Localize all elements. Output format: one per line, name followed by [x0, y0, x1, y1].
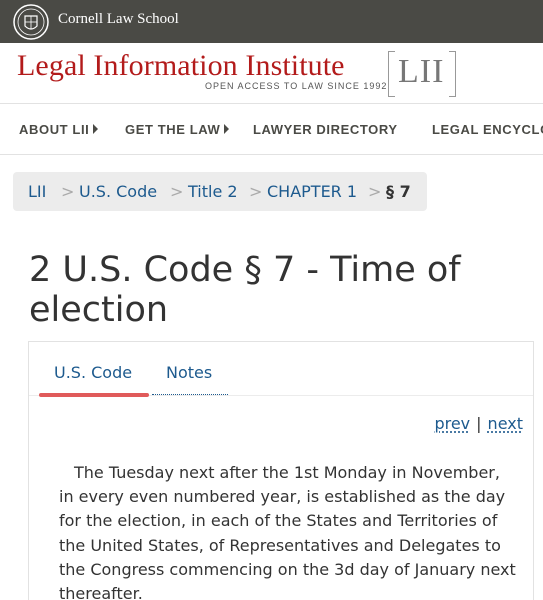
- lii-header: Legal Information Institute OPEN ACCESS …: [0, 43, 543, 103]
- cornell-header-bar: Cornell Law School: [0, 0, 543, 43]
- nav-label: LAWYER DIRECTORY: [253, 122, 398, 137]
- statute-text: The Tuesday next after the 1st Monday in…: [59, 463, 516, 600]
- nav-label: ABOUT LII: [19, 122, 90, 137]
- caret-right-icon: [224, 124, 230, 134]
- nav-item-lawyer-directory[interactable]: LAWYER DIRECTORY: [253, 122, 398, 137]
- breadcrumb-link-chapter-1[interactable]: CHAPTER 1: [267, 182, 357, 201]
- logo-bracket-left: [388, 51, 395, 97]
- cornell-law-school-link[interactable]: Cornell Law School: [58, 11, 179, 28]
- breadcrumb-separator: >: [368, 182, 382, 201]
- breadcrumb-link-title-2[interactable]: Title 2: [188, 182, 238, 201]
- pager: prev | next: [434, 414, 523, 433]
- main-navigation: ABOUT LII GET THE LAW LAWYER DIRECTORY L…: [0, 103, 543, 155]
- logo-bracket-right: [449, 51, 456, 97]
- breadcrumb-link-lii[interactable]: LII: [28, 182, 46, 201]
- nav-item-about-lii[interactable]: ABOUT LII: [19, 122, 99, 137]
- tab-notes-underline: [152, 394, 228, 395]
- breadcrumb-separator: >: [170, 182, 184, 201]
- content-panel: U.S. Code Notes prev | next The Tuesday ne…: [28, 341, 534, 600]
- nav-label: LEGAL ENCYCLOPEDIA: [432, 122, 543, 137]
- breadcrumb: LII > U.S. Code > Title 2 > CHAPTER 1 > …: [13, 172, 427, 211]
- lii-logo-icon[interactable]: LII: [388, 51, 456, 97]
- caret-right-icon: [93, 124, 99, 134]
- nav-item-get-the-law[interactable]: GET THE LAW: [125, 122, 230, 137]
- page-title: 2 U.S. Code § 7 - Time of election: [29, 250, 461, 330]
- nav-label: GET THE LAW: [125, 122, 221, 137]
- lii-logo-text: LII: [398, 53, 445, 90]
- tab-us-code[interactable]: U.S. Code: [54, 363, 132, 382]
- cornell-seal-icon[interactable]: [13, 4, 49, 40]
- prev-link[interactable]: prev: [434, 414, 470, 433]
- tab-notes[interactable]: Notes: [166, 363, 212, 382]
- lii-tagline: OPEN ACCESS TO LAW SINCE 1992: [205, 81, 388, 91]
- pager-separator: |: [476, 414, 482, 433]
- nav-item-legal-encyclopedia[interactable]: LEGAL ENCYCLOPEDIA: [432, 122, 543, 137]
- next-link[interactable]: next: [488, 414, 523, 433]
- breadcrumb-current: § 7: [386, 182, 411, 201]
- active-tab-indicator: [39, 393, 149, 397]
- lii-site-title[interactable]: Legal Information Institute: [17, 49, 345, 83]
- breadcrumb-link-us-code[interactable]: U.S. Code: [79, 182, 157, 201]
- breadcrumb-separator: >: [61, 182, 75, 201]
- tab-strip: U.S. Code Notes: [29, 342, 533, 397]
- breadcrumb-separator: >: [249, 182, 263, 201]
